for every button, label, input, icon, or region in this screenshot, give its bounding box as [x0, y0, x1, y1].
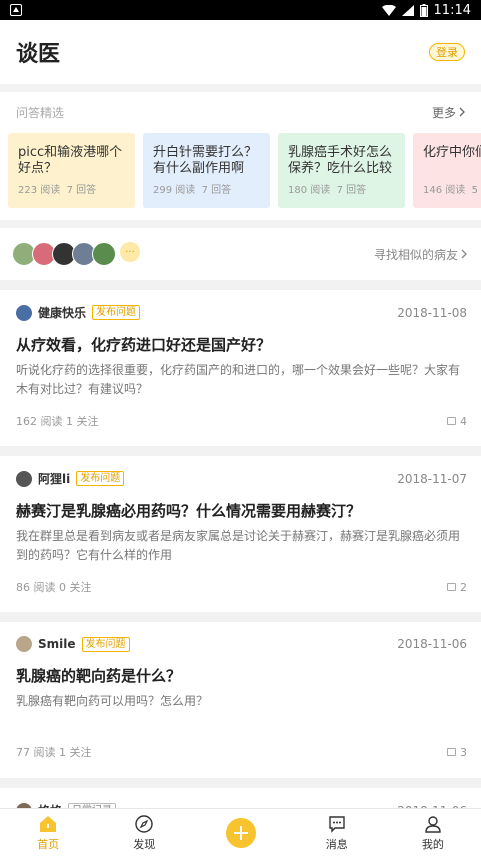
qa-section-title: 问答精选	[16, 105, 65, 120]
tab-discover[interactable]: 发现	[96, 809, 192, 856]
qa-card-question: 化疗中你们胃吗？	[423, 145, 481, 160]
post-author[interactable]: 健康快乐 发布问题	[16, 304, 141, 321]
qa-card-meta: 146 阅读 5 回答	[423, 185, 481, 196]
qa-card[interactable]: 乳腺癌手术好怎么保养？吃什么比较 180 阅读 7 回答	[278, 133, 405, 208]
author-name: 健康快乐	[38, 306, 87, 320]
post-stats: 77 阅读 1 关注	[16, 746, 92, 759]
post-card[interactable]: 健康快乐 发布问题 2018-11-08 从疗效看，化疗药进口好还是国产好？ 听…	[0, 290, 481, 446]
comment-count[interactable]: 4	[447, 415, 467, 428]
app-title: 谈医	[16, 42, 61, 67]
notification-icon	[10, 4, 22, 16]
app-header: 谈医 登录	[0, 20, 481, 84]
peer-avatars: ···	[12, 242, 140, 266]
tab-discover-label: 发现	[133, 837, 156, 851]
tab-post[interactable]	[192, 809, 288, 856]
plus-icon	[233, 825, 248, 840]
author-name: Smile	[38, 637, 76, 651]
qa-featured-section: 问答精选 更多 picc和输液港哪个好点？ 223 阅读 7 回答 升白针需要打…	[0, 92, 481, 220]
tab-home[interactable]: 首页	[0, 809, 96, 856]
tab-mine[interactable]: 我的	[385, 809, 481, 856]
qa-card[interactable]: 升白针需要打么？有什么副作用啊 299 阅读 7 回答	[143, 133, 270, 208]
post-date: 2018-11-07	[397, 471, 467, 486]
comment-count[interactable]: 2	[447, 581, 467, 594]
qa-card[interactable]: picc和输液港哪个好点？ 223 阅读 7 回答	[8, 133, 135, 208]
post-stats: 162 阅读 1 关注	[16, 415, 99, 428]
compass-icon	[134, 814, 154, 834]
post-date: 2018-11-08	[397, 305, 467, 320]
post-card[interactable]: Smile 发布问题 2018-11-06 乳腺癌的靶向药是什么？ 乳腺癌有靶向…	[0, 622, 481, 778]
post-date: 2018-11-06	[397, 637, 467, 651]
qa-card[interactable]: 化疗中你们胃吗？ 146 阅读 5 回答	[413, 133, 481, 208]
avatar	[16, 304, 32, 321]
comment-icon	[447, 748, 456, 756]
post-author[interactable]: Smile 发布问题	[16, 636, 130, 652]
status-time: 11:14	[433, 2, 471, 18]
find-similar-peers-link[interactable]: 寻找相似的病友	[374, 246, 467, 263]
comment-count[interactable]: 3	[447, 746, 467, 759]
post-author[interactable]: 阿狸li 发布问题	[16, 470, 125, 487]
post-excerpt: 我在群里总是看到病友或者是病友家属总是讨论关于赫赛汀，赫赛汀是乳腺癌必须用到的药…	[16, 529, 461, 562]
qa-more-link[interactable]: 更多	[432, 104, 465, 121]
post-title: 赫赛汀是乳腺癌必用药吗？什么情况需要用赫赛汀？	[16, 502, 362, 520]
tab-messages-label: 消息	[325, 837, 348, 851]
qa-card-meta: 180 阅读 7 回答	[288, 185, 367, 196]
tab-home-label: 首页	[37, 837, 60, 851]
add-post-button[interactable]	[225, 817, 256, 848]
login-button[interactable]: 登录	[429, 43, 465, 61]
tab-mine-label: 我的	[421, 837, 444, 851]
avatar	[92, 242, 116, 266]
post-type-badge: 发布问题	[76, 471, 125, 486]
qa-card-question: 升白针需要打么？有什么副作用啊	[153, 145, 258, 176]
comment-icon	[447, 583, 456, 591]
qa-card-list: picc和输液港哪个好点？ 223 阅读 7 回答 升白针需要打么？有什么副作用…	[0, 124, 481, 208]
signal-icon	[401, 4, 414, 16]
battery-icon	[419, 3, 428, 17]
chevron-right-icon	[459, 107, 465, 117]
post-excerpt: 听说化疗药的选择很重要，化疗药国产的和进口的，哪一个效果会好一些呢？大家有木有对…	[16, 363, 461, 396]
author-name: 阿狸li	[38, 472, 71, 486]
qa-more-label: 更多	[431, 105, 456, 120]
qa-card-question: 乳腺癌手术好怎么保养？吃什么比较	[288, 145, 393, 176]
post-excerpt: 乳腺癌有靶向药可以用吗？怎么用？	[16, 694, 209, 708]
peer-finder-bar[interactable]: ··· 寻找相似的病友	[0, 228, 481, 280]
post-title: 乳腺癌的靶向药是什么？	[16, 667, 182, 685]
home-icon	[38, 814, 58, 834]
post-type-badge: 发布问题	[92, 305, 141, 320]
qa-card-question: picc和输液港哪个好点？	[18, 145, 123, 176]
qa-card-meta: 223 阅读 7 回答	[18, 185, 97, 196]
qa-card-meta: 299 阅读 7 回答	[153, 185, 232, 196]
status-bar: 11:14	[0, 0, 481, 20]
status-indicators: 11:14	[381, 2, 471, 18]
chevron-right-icon	[461, 249, 467, 259]
post-card[interactable]: 阿狸li 发布问题 2018-11-07 赫赛汀是乳腺癌必用药吗？什么情况需要用…	[0, 456, 481, 612]
avatar	[16, 470, 32, 487]
avatar	[16, 636, 32, 652]
comment-icon	[447, 417, 456, 425]
bottom-tab-bar: 首页 发现 消息 我的	[0, 808, 481, 856]
post-title: 从疗效看，化疗药进口好还是国产好？	[16, 336, 272, 354]
find-peers-label: 寻找相似的病友	[373, 247, 458, 262]
post-stats: 86 阅读 0 关注	[16, 581, 92, 594]
post-type-badge: 发布问题	[81, 636, 130, 652]
wifi-icon	[381, 4, 396, 16]
user-icon	[423, 814, 443, 834]
more-avatars-icon: ···	[120, 242, 140, 262]
message-icon	[327, 814, 347, 834]
tab-messages[interactable]: 消息	[289, 809, 385, 856]
